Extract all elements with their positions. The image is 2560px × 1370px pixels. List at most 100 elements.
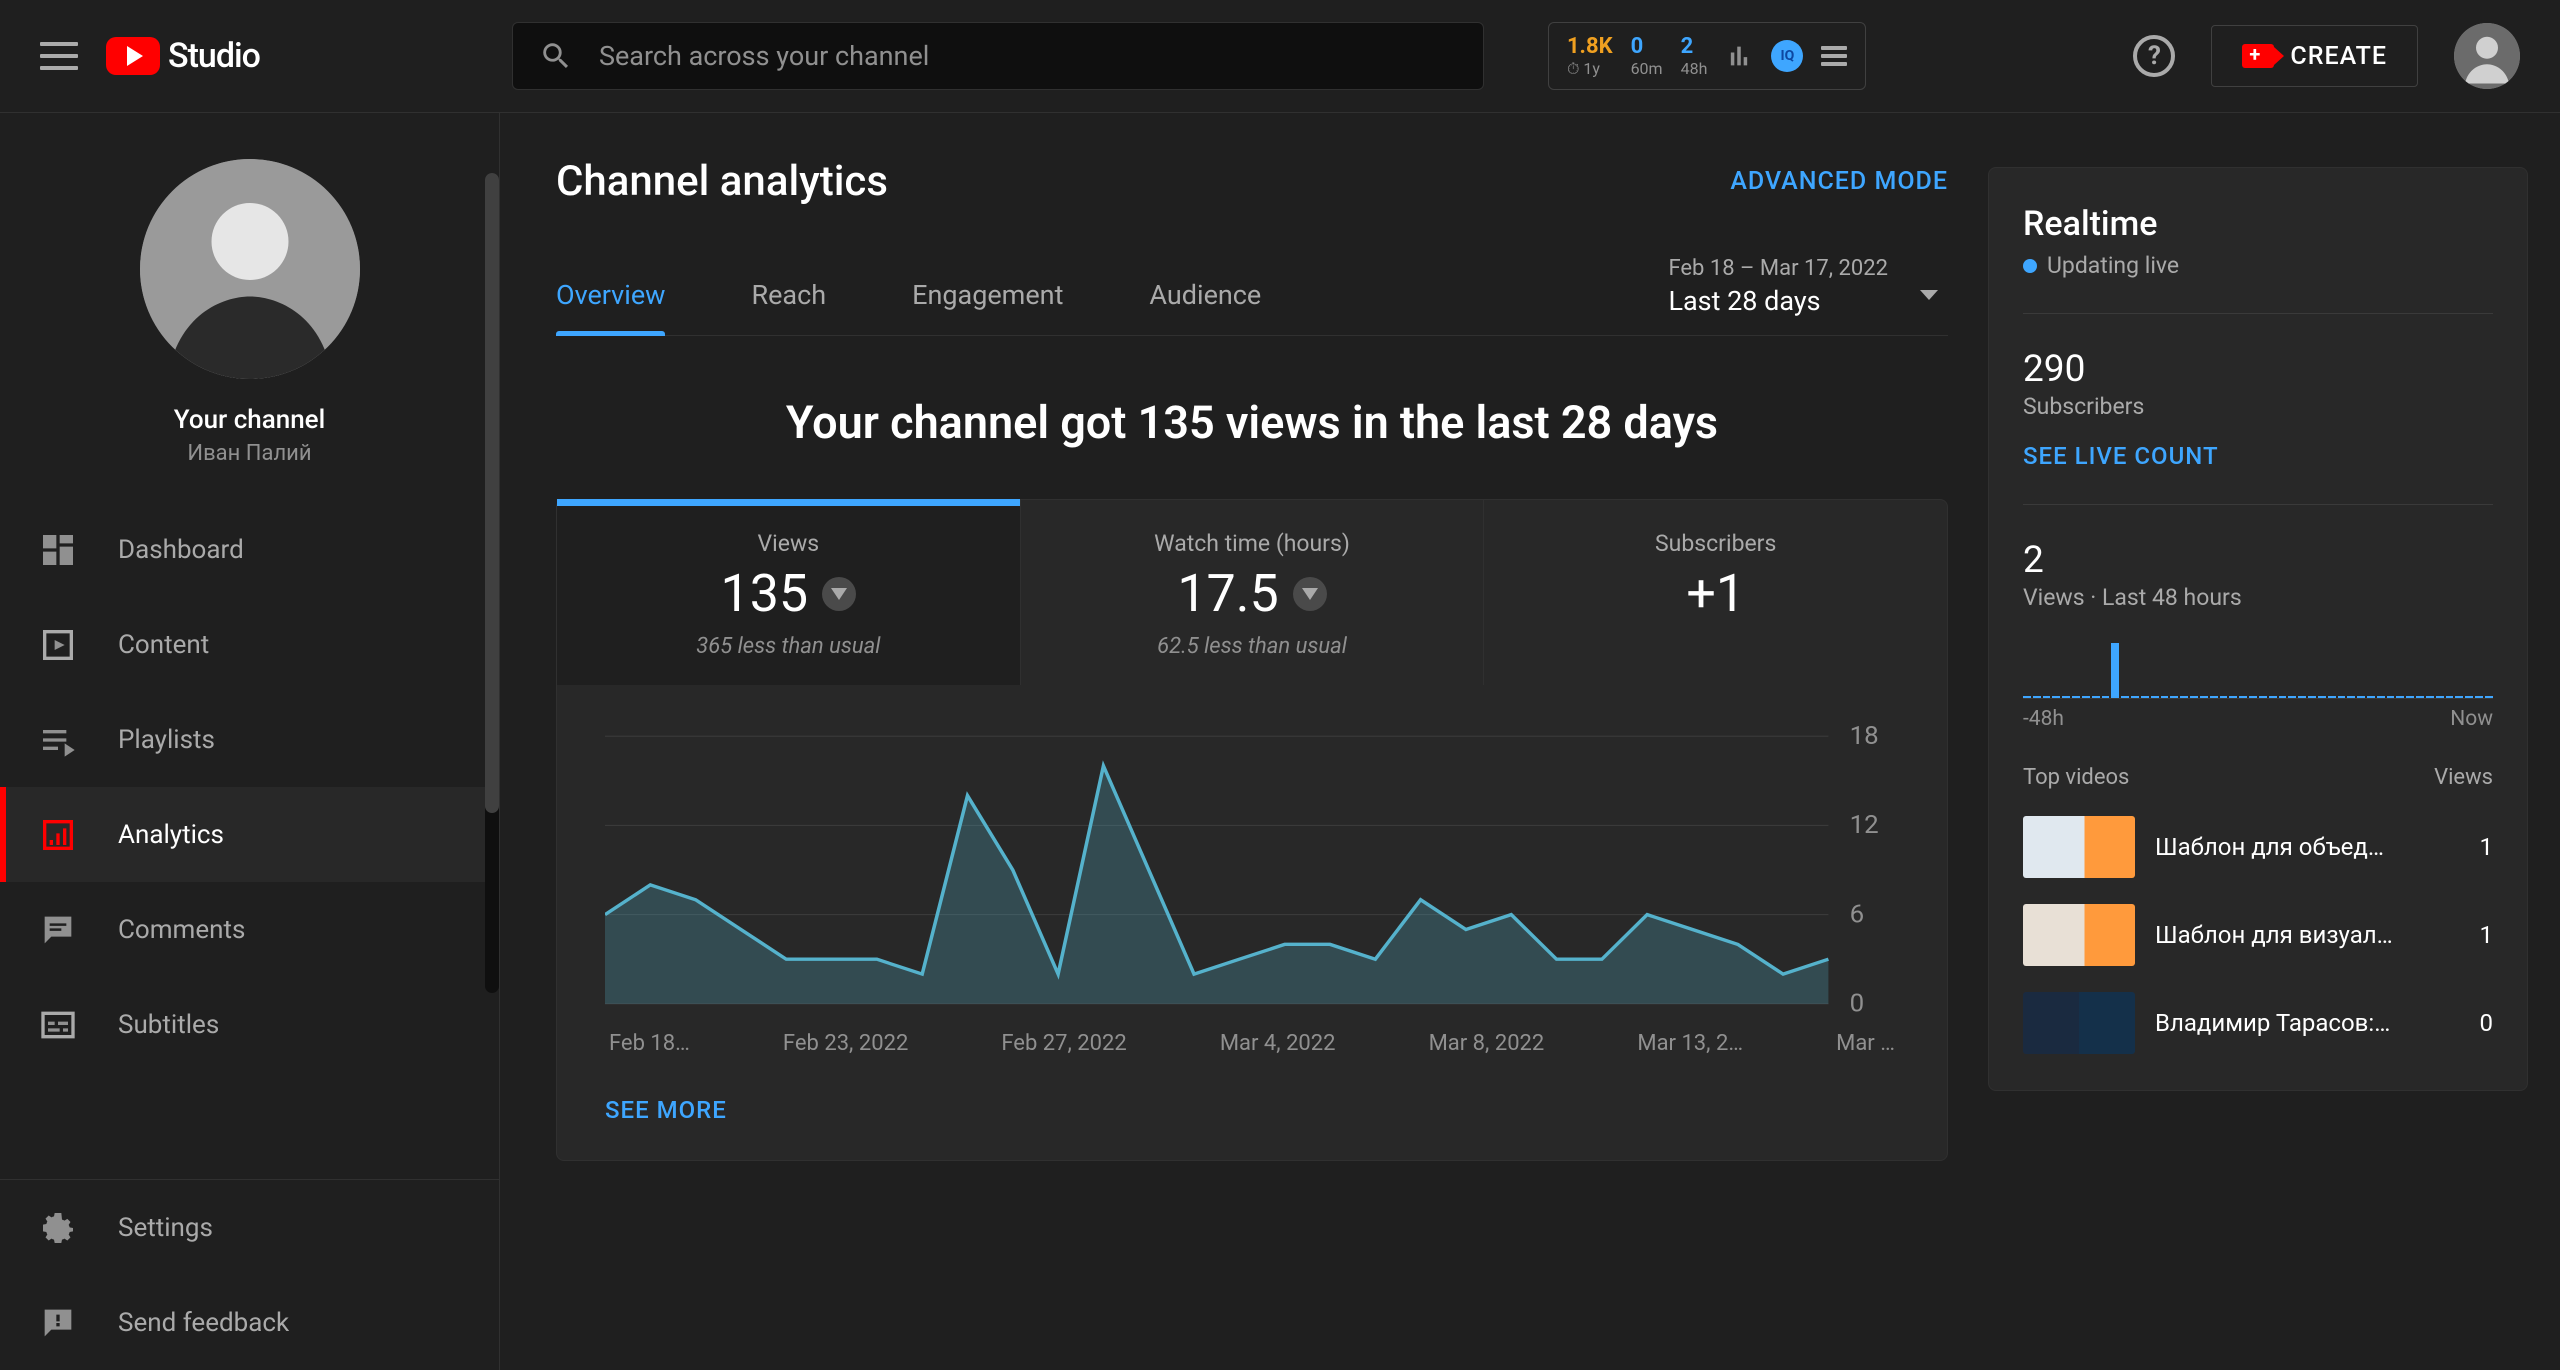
mini-bar [2426,696,2434,698]
youtube-play-icon [106,37,160,75]
menu-toggle-button[interactable] [40,42,78,70]
mini-bar [2259,696,2267,698]
metric-subtext: 365 less than usual [567,634,1010,659]
search-input[interactable] [599,40,1457,72]
mini-bar [2239,696,2247,698]
realtime-48h-chart[interactable] [2023,625,2493,699]
header-stats-box[interactable]: 1.8K ⏱1y 0 60m 2 48h IQ [1548,22,1866,90]
studio-logo[interactable]: Studio [106,36,260,76]
sidebar-item-label: Send feedback [118,1308,289,1338]
video-view-count: 0 [2480,1009,2494,1037]
sidebar-item-subtitles[interactable]: Subtitles [0,977,499,1072]
mini-bar [2229,696,2237,698]
list-icon[interactable] [1821,46,1847,66]
sidebar-item-label: Analytics [118,820,224,850]
sidebar-item-dashboard[interactable]: Dashboard [0,502,499,597]
mini-bar [2436,696,2444,698]
mini-bar [2180,696,2188,698]
realtime-live-indicator: Updating live [2023,252,2493,279]
page-title: Channel analytics [556,157,888,206]
tab-overview[interactable]: Overview [556,279,665,335]
mini-bar [2092,696,2100,698]
mini-bar [2406,696,2414,698]
account-avatar[interactable] [2454,23,2520,89]
sidebar: Your channel Иван Палий Dashboard Conten… [0,113,500,1370]
metric-tab-subscribers[interactable]: Subscribers +1 [1484,500,1947,685]
sidebar-item-feedback[interactable]: Send feedback [0,1275,499,1370]
realtime-views48-label: Views · Last 48 hours [2023,584,2493,611]
mini-bar [2121,696,2129,698]
mini-bar [2151,696,2159,698]
mini-axis-left: -48h [2023,707,2064,731]
main-content: Channel analytics ADVANCED MODE Overview… [500,113,2560,1370]
header-right: ? CREATE [2133,23,2520,89]
mini-bar [2465,696,2473,698]
sidebar-item-comments[interactable]: Comments [0,882,499,977]
metric-tab-watch-time-hours-[interactable]: Watch time (hours) 17.5 62.5 less than u… [1021,500,1485,685]
sidebar-item-playlists[interactable]: Playlists [0,692,499,787]
dashboard-icon [38,530,78,570]
mini-bar [2072,696,2080,698]
mini-bar [2023,696,2031,698]
subtitles-icon [38,1005,78,1045]
mini-bar [2387,696,2395,698]
x-tick-label: Mar 8, 2022 [1429,1031,1545,1056]
app-header: Studio 1.8K ⏱1y 0 60m 2 48h IQ ? CREATE [0,0,2560,113]
see-live-count-link[interactable]: SEE LIVE COUNT [2023,442,2493,470]
see-more-link[interactable]: SEE MORE [557,1080,1947,1160]
video-thumbnail [2023,992,2135,1054]
mini-bar [2200,696,2208,698]
comments-icon [38,910,78,950]
sidebar-item-analytics[interactable]: Analytics [0,787,499,882]
search-icon [539,39,573,73]
mini-bar [2288,696,2296,698]
realtime-views48-count: 2 [2023,539,2493,582]
search-box[interactable] [512,22,1484,90]
x-tick-label: Feb 18… [609,1031,690,1056]
sidebar-scrollbar[interactable] [485,173,499,993]
tab-reach[interactable]: Reach [751,279,826,335]
mini-bar [2298,696,2306,698]
metric-title: Subscribers [1494,530,1937,557]
advanced-mode-link[interactable]: ADVANCED MODE [1730,167,1948,196]
logo-text: Studio [168,36,260,76]
content-icon [38,625,78,665]
svg-text:18: 18 [1850,725,1879,751]
mini-bar [2190,696,2198,698]
realtime-subscribers-count: 290 [2023,348,2493,391]
date-range-picker[interactable]: Feb 18 – Mar 17, 2022 Last 28 days [1668,256,1948,335]
analytics-icon [38,815,78,855]
stat-total: 1.8K ⏱1y [1567,34,1613,79]
trend-down-icon [1293,577,1327,611]
sidebar-item-content[interactable]: Content [0,597,499,692]
views-chart[interactable]: 061218 Feb 18…Feb 23, 2022Feb 27, 2022Ma… [557,685,1947,1080]
x-tick-label: Mar 4, 2022 [1220,1031,1336,1056]
mini-bar [2111,643,2119,698]
top-video-row[interactable]: Шаблон для визуал… 1 [2023,904,2493,966]
feedback-icon [38,1303,78,1343]
create-camera-icon [2242,44,2274,68]
mini-bar [2269,696,2277,698]
sidebar-item-settings[interactable]: Settings [0,1180,499,1275]
mini-bar [2328,696,2336,698]
mini-bar [2220,696,2228,698]
sidebar-item-label: Content [118,630,209,660]
metric-tab-views[interactable]: Views 135 365 less than usual [557,500,1021,685]
tab-engagement[interactable]: Engagement [912,279,1063,335]
mini-bar [2396,696,2404,698]
stat-60m: 0 60m [1631,34,1663,78]
metric-value: 135 [567,563,1010,624]
help-icon[interactable]: ? [2133,35,2175,77]
realtime-title: Realtime [2023,204,2493,244]
video-view-count: 1 [2480,921,2494,949]
sidebar-item-label: Settings [118,1213,213,1243]
top-video-row[interactable]: Шаблон для объед… 1 [2023,816,2493,878]
extension-badge-icon: IQ [1771,40,1803,72]
video-thumbnail [2023,904,2135,966]
channel-profile[interactable]: Your channel Иван Палий [0,113,499,502]
top-video-row[interactable]: Владимир Тарасов:… 0 [2023,992,2493,1054]
create-button[interactable]: CREATE [2211,25,2418,87]
tab-audience[interactable]: Audience [1149,279,1261,335]
x-tick-label: Mar … [1836,1031,1895,1056]
top-videos-heading: Top videos [2023,765,2129,790]
